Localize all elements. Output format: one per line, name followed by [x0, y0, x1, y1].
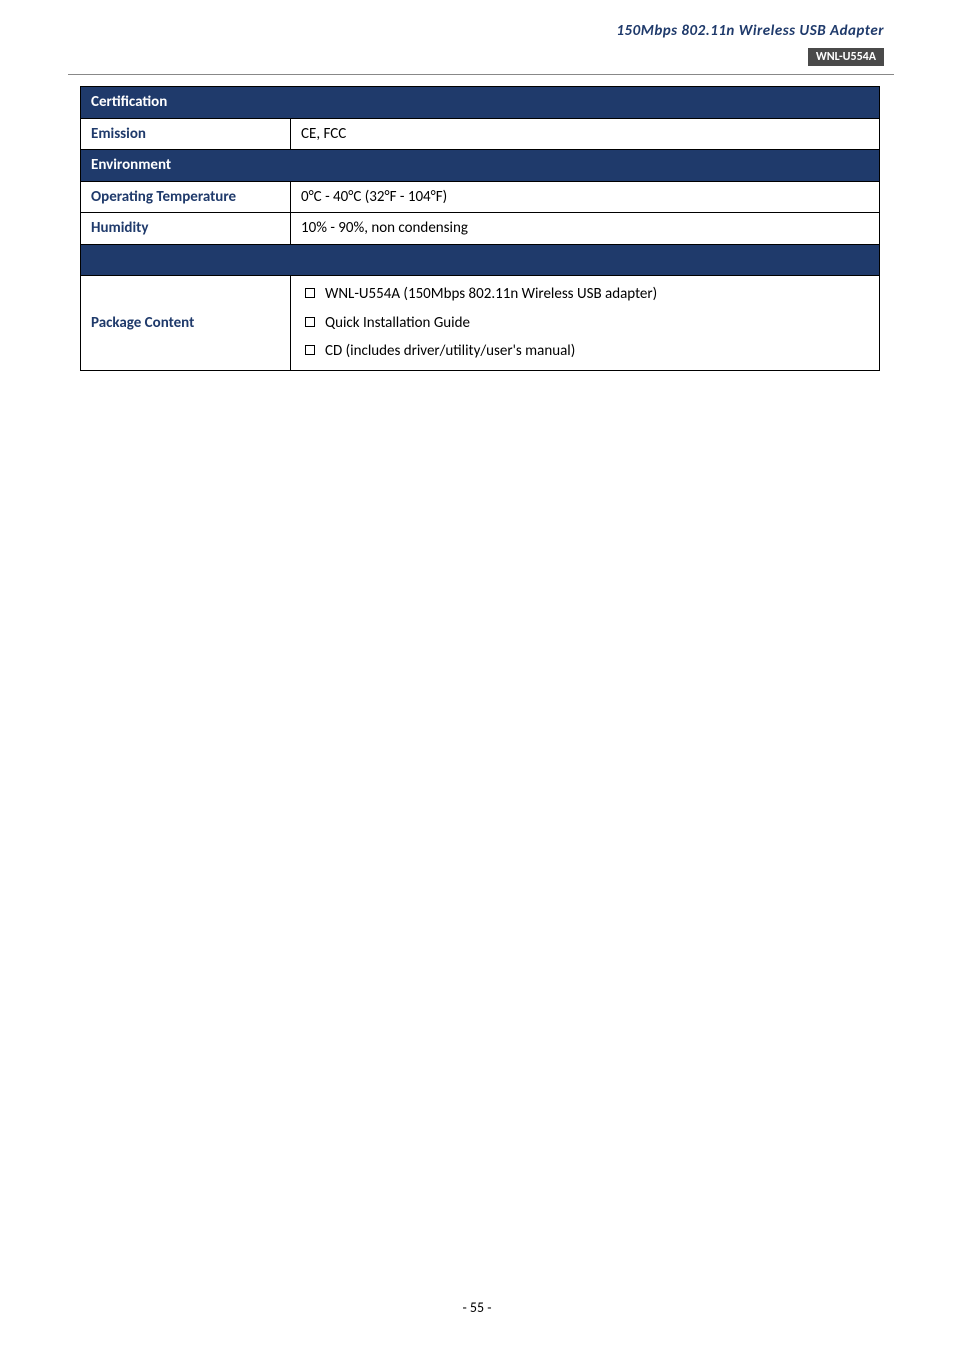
row-value-humidity: 10% - 90%, non condensing	[291, 213, 880, 245]
row-label-package-content: Package Content	[81, 276, 291, 371]
section-certification-header: Certification	[81, 87, 880, 119]
page-number: - 55 -	[462, 1299, 491, 1316]
table-row: Humidity 10% - 90%, non condensing	[81, 213, 880, 245]
section-environment-header: Environment	[81, 150, 880, 182]
row-value-package-content: WNL-U554A (150Mbps 802.11n Wireless USB …	[291, 276, 880, 371]
square-bullet-icon	[305, 345, 315, 355]
square-bullet-icon	[305, 317, 315, 327]
row-label-emission: Emission	[81, 118, 291, 150]
section-blank-spacer	[81, 244, 880, 276]
package-list: WNL-U554A (150Mbps 802.11n Wireless USB …	[301, 280, 869, 366]
spec-table-container: Certification Emission CE, FCC Environme…	[80, 86, 880, 371]
model-badge: WNL-U554A	[808, 48, 884, 66]
row-label-humidity: Humidity	[81, 213, 291, 245]
row-value-emission: CE, FCC	[291, 118, 880, 150]
row-label-op-temp: Operating Temperature	[81, 181, 291, 213]
package-item-text: WNL-U554A (150Mbps 802.11n Wireless USB …	[325, 285, 657, 303]
table-row: Package Content WNL-U554A (150Mbps 802.1…	[81, 276, 880, 371]
header-divider	[68, 74, 894, 75]
table-row: Operating Temperature 0°C - 40°C (32°F -…	[81, 181, 880, 213]
package-item-text: Quick Installation Guide	[325, 314, 470, 332]
list-item: WNL-U554A (150Mbps 802.11n Wireless USB …	[305, 280, 869, 309]
spec-table: Certification Emission CE, FCC Environme…	[80, 86, 880, 371]
row-value-op-temp: 0°C - 40°C (32°F - 104°F)	[291, 181, 880, 213]
square-bullet-icon	[305, 288, 315, 298]
package-item-text: CD (includes driver/utility/user's manua…	[325, 342, 575, 360]
page-header: 150Mbps 802.11n Wireless USB Adapter WNL…	[616, 22, 884, 66]
section-environment: Environment	[81, 150, 880, 182]
list-item: Quick Installation Guide	[305, 309, 869, 338]
page-footer: - 55 -	[0, 1299, 954, 1316]
list-item: CD (includes driver/utility/user's manua…	[305, 337, 869, 366]
blank-section-cell	[81, 244, 880, 276]
section-certification: Certification	[81, 87, 880, 119]
document-title: 150Mbps 802.11n Wireless USB Adapter	[616, 22, 884, 40]
table-row: Emission CE, FCC	[81, 118, 880, 150]
